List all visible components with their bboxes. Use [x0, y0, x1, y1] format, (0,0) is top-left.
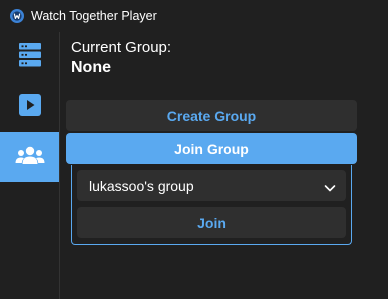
sidebar-item-player[interactable] — [0, 82, 59, 132]
sidebar — [0, 32, 60, 299]
group-select-value: lukassoo's group — [89, 177, 194, 194]
create-group-button[interactable]: Create Group — [66, 100, 357, 131]
group-users-icon — [15, 145, 45, 170]
play-icon — [18, 93, 41, 121]
group-select[interactable]: lukassoo's group — [77, 170, 346, 201]
sidebar-item-groups[interactable] — [0, 132, 59, 182]
current-group-value: None — [71, 59, 111, 76]
join-button[interactable]: Join — [77, 207, 346, 238]
server-list-icon — [18, 42, 42, 73]
join-group-button[interactable]: Join Group — [66, 133, 357, 164]
sidebar-item-servers[interactable] — [0, 32, 59, 82]
join-group-panel: lukassoo's group Join — [71, 165, 352, 245]
title-bar: Watch Together Player — [0, 0, 388, 32]
app-logo-icon — [10, 9, 24, 23]
app-window: Watch Together Player Current Group: Non… — [0, 0, 388, 299]
main-panel: Current Group: None Create Group Join Gr… — [61, 32, 388, 299]
window-title: Watch Together Player — [31, 9, 157, 23]
chevron-down-icon — [324, 180, 336, 192]
current-group-label: Current Group: — [71, 39, 172, 56]
